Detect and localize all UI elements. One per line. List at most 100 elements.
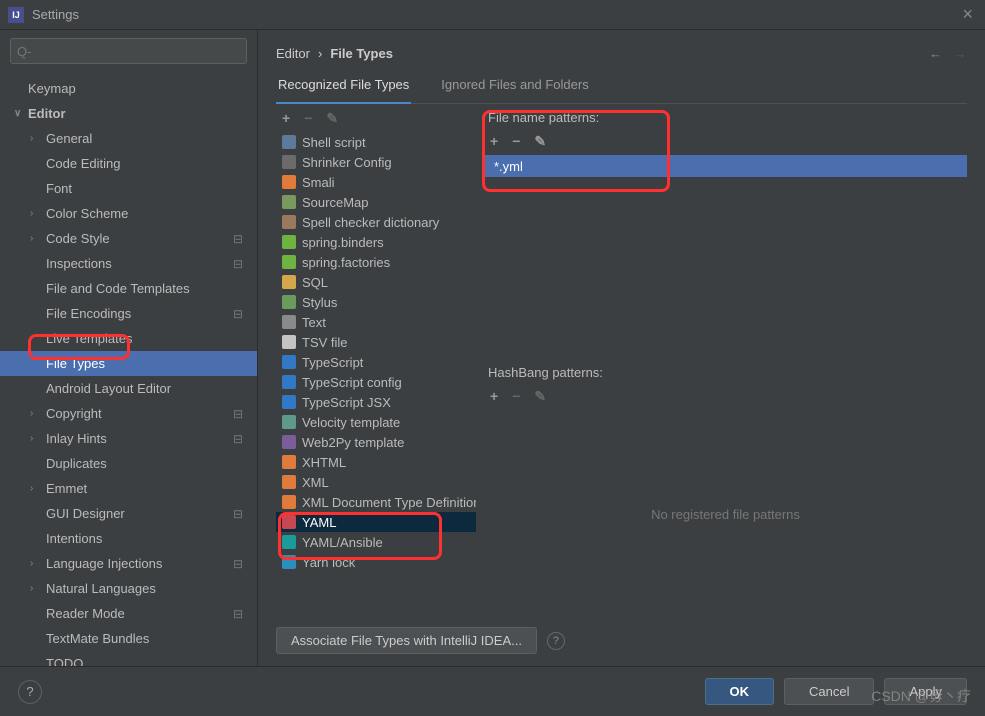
filetype-icon (282, 435, 296, 449)
filetype-item[interactable]: Smali (276, 172, 476, 192)
filetype-label: Velocity template (302, 415, 400, 430)
filetypes-panel: + − ✎ Shell script Shrinker ConfigSmaliSo… (276, 104, 476, 619)
filetype-item[interactable]: XML Document Type Definition (276, 492, 476, 512)
tree-item[interactable]: ›Emmet (0, 476, 257, 501)
gear-icon: ⊟ (233, 507, 243, 521)
filetype-item[interactable]: Yarn lock (276, 552, 476, 572)
help-icon[interactable]: ? (547, 632, 565, 650)
close-icon[interactable]: × (958, 4, 977, 25)
tree-item-label: General (46, 131, 92, 146)
filetype-item[interactable]: YAML (276, 512, 476, 532)
tree-item[interactable]: ›Natural Languages (0, 576, 257, 601)
chevron-icon: › (30, 208, 33, 219)
filetype-item[interactable]: Shell script (276, 132, 476, 152)
tree-item[interactable]: Font (0, 176, 257, 201)
tree-item[interactable]: ›Language Injections⊟ (0, 551, 257, 576)
filetype-item[interactable]: Spell checker dictionary (276, 212, 476, 232)
search-input[interactable] (10, 38, 247, 64)
filetype-label: YAML (302, 515, 336, 530)
filetype-item[interactable]: XML (276, 472, 476, 492)
filetype-item[interactable]: Web2Py template (276, 432, 476, 452)
tree-item[interactable]: ∨Editor (0, 101, 257, 126)
tree-item-label: Natural Languages (46, 581, 156, 596)
gear-icon: ⊟ (233, 407, 243, 421)
filetype-item[interactable]: TypeScript (276, 352, 476, 372)
tree-item[interactable]: ›Color Scheme (0, 201, 257, 226)
cancel-button[interactable]: Cancel (784, 678, 874, 705)
filetype-label: Stylus (302, 295, 337, 310)
tree-item[interactable]: TODO (0, 651, 257, 666)
hb-edit-icon[interactable]: ✎ (534, 388, 546, 405)
filetype-item[interactable]: spring.factories (276, 252, 476, 272)
pattern-add-icon[interactable]: + (490, 133, 498, 149)
settings-tree[interactable]: Keymap∨Editor›GeneralCode EditingFont›Co… (0, 72, 257, 666)
chevron-icon: › (30, 558, 33, 569)
tree-item[interactable]: GUI Designer⊟ (0, 501, 257, 526)
tree-item[interactable]: Intentions (0, 526, 257, 551)
filetype-icon (282, 335, 296, 349)
nav-forward-icon[interactable]: → (954, 46, 967, 61)
filetype-item[interactable]: YAML/Ansible (276, 532, 476, 552)
pattern-item[interactable]: *.yml (484, 155, 967, 177)
tree-item[interactable]: Reader Mode⊟ (0, 601, 257, 626)
tree-item[interactable]: Inspections⊟ (0, 251, 257, 276)
filetype-item[interactable]: Shrinker Config (276, 152, 476, 172)
tree-item-label: Live Templates (46, 331, 132, 346)
filetype-item[interactable]: Velocity template (276, 412, 476, 432)
tree-item[interactable]: ›Copyright⊟ (0, 401, 257, 426)
filetype-icon (282, 455, 296, 469)
tree-item[interactable]: TextMate Bundles (0, 626, 257, 651)
hb-remove-icon[interactable]: − (512, 388, 520, 404)
filetype-item[interactable]: SourceMap (276, 192, 476, 212)
filetype-item[interactable]: spring.binders (276, 232, 476, 252)
filetype-item[interactable]: TSV file (276, 332, 476, 352)
chevron-icon: › (30, 433, 33, 444)
filetype-icon (282, 295, 296, 309)
filetype-label: XHTML (302, 455, 346, 470)
filetype-item[interactable]: TypeScript config (276, 372, 476, 392)
apply-button[interactable]: Apply (884, 678, 967, 705)
tree-item[interactable]: Live Templates (0, 326, 257, 351)
tree-item[interactable]: ›Code Style⊟ (0, 226, 257, 251)
tree-item-label: Inlay Hints (46, 431, 107, 446)
tree-item[interactable]: File and Code Templates (0, 276, 257, 301)
tree-item[interactable]: Code Editing (0, 151, 257, 176)
chevron-icon: › (30, 408, 33, 419)
filetypes-list[interactable]: Shell script Shrinker ConfigSmaliSourceMa… (276, 132, 476, 619)
add-icon[interactable]: + (282, 110, 290, 126)
filetype-item[interactable]: SQL (276, 272, 476, 292)
tree-item[interactable]: ›General (0, 126, 257, 151)
filetype-item[interactable]: Text (276, 312, 476, 332)
filetype-icon (282, 415, 296, 429)
filetype-item[interactable]: XHTML (276, 452, 476, 472)
tree-item[interactable]: Android Layout Editor (0, 376, 257, 401)
tree-item[interactable]: ›Inlay Hints⊟ (0, 426, 257, 451)
app-icon: IJ (8, 7, 24, 23)
filetype-icon (282, 395, 296, 409)
hb-add-icon[interactable]: + (490, 388, 498, 404)
tree-item[interactable]: Duplicates (0, 451, 257, 476)
pattern-remove-icon[interactable]: − (512, 133, 520, 149)
associate-button[interactable]: Associate File Types with IntelliJ IDEA.… (276, 627, 537, 654)
filetype-item[interactable]: Stylus (276, 292, 476, 312)
nav-back-icon[interactable]: ← (929, 46, 942, 61)
filetype-icon (282, 375, 296, 389)
filetype-label: XML Document Type Definition (302, 495, 476, 510)
footer: ? OK Cancel Apply (0, 666, 985, 716)
gear-icon: ⊟ (233, 307, 243, 321)
filetype-label: SQL (302, 275, 328, 290)
help-button[interactable]: ? (18, 680, 42, 704)
filetype-label: Shell script (302, 135, 366, 150)
filetype-icon (282, 515, 296, 529)
pattern-edit-icon[interactable]: ✎ (534, 133, 546, 150)
tree-item[interactable]: Keymap (0, 76, 257, 101)
ok-button[interactable]: OK (705, 678, 775, 705)
tab-ignored[interactable]: Ignored Files and Folders (439, 77, 590, 103)
tab-recognized[interactable]: Recognized File Types (276, 77, 411, 104)
tree-item[interactable]: File Encodings⊟ (0, 301, 257, 326)
tree-item[interactable]: File Types (0, 351, 257, 376)
filetype-item[interactable]: TypeScript JSX (276, 392, 476, 412)
edit-icon[interactable]: ✎ (326, 110, 338, 127)
filetype-icon (282, 495, 296, 509)
remove-icon[interactable]: − (304, 110, 312, 126)
